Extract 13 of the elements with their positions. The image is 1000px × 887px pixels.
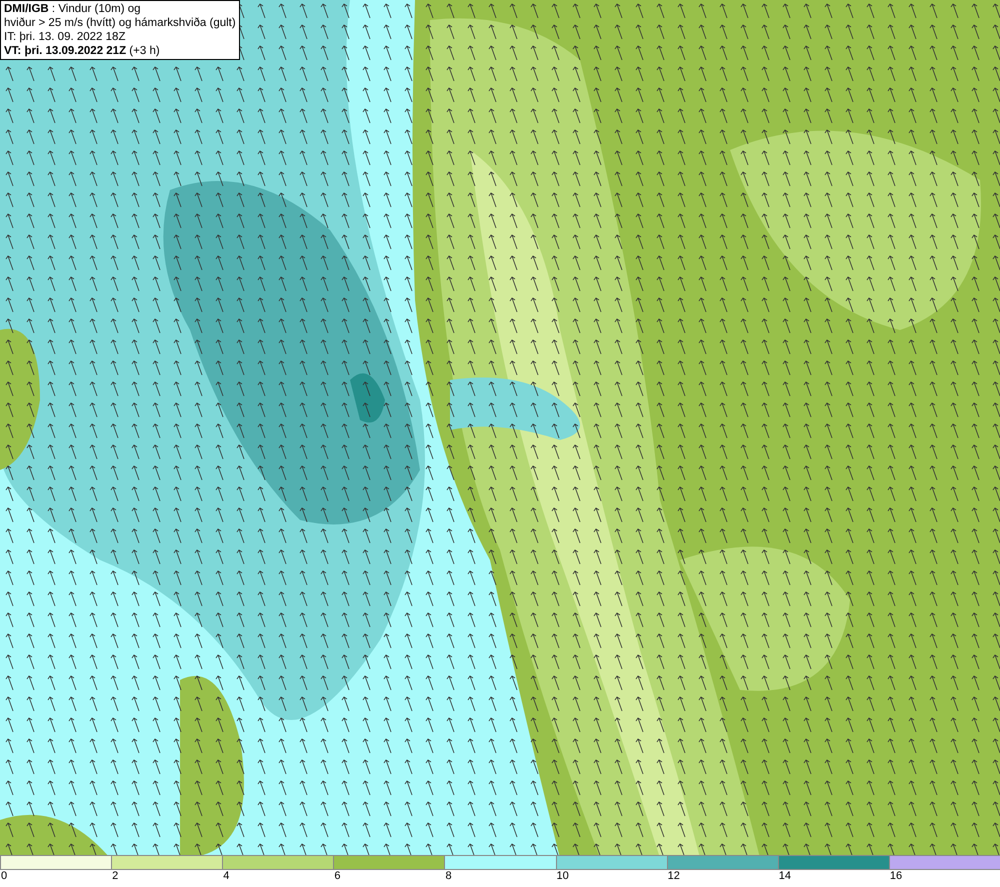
- scale-label: 12: [666, 870, 680, 883]
- title-line: VT: þri. 13.09.2022 21Z (+3 h): [4, 44, 161, 58]
- scale-label: 4: [222, 870, 230, 883]
- scale-label: 0: [0, 870, 8, 883]
- scale-label: 14: [778, 870, 792, 883]
- title-line: hviður > 25 m/s (hvítt) og hámarkshviða (gult): [4, 16, 236, 30]
- title-line: DMI/IGB : Vindur (10m) og: [4, 2, 142, 16]
- scale-label: 2: [111, 870, 118, 883]
- scale-label: 10: [556, 870, 569, 883]
- title-line: IT: þri. 13. 09. 2022 18Z: [4, 30, 126, 44]
- scale-label: 6: [333, 870, 340, 883]
- scale-label: 8: [444, 870, 452, 883]
- scale-label: 16: [888, 870, 902, 883]
